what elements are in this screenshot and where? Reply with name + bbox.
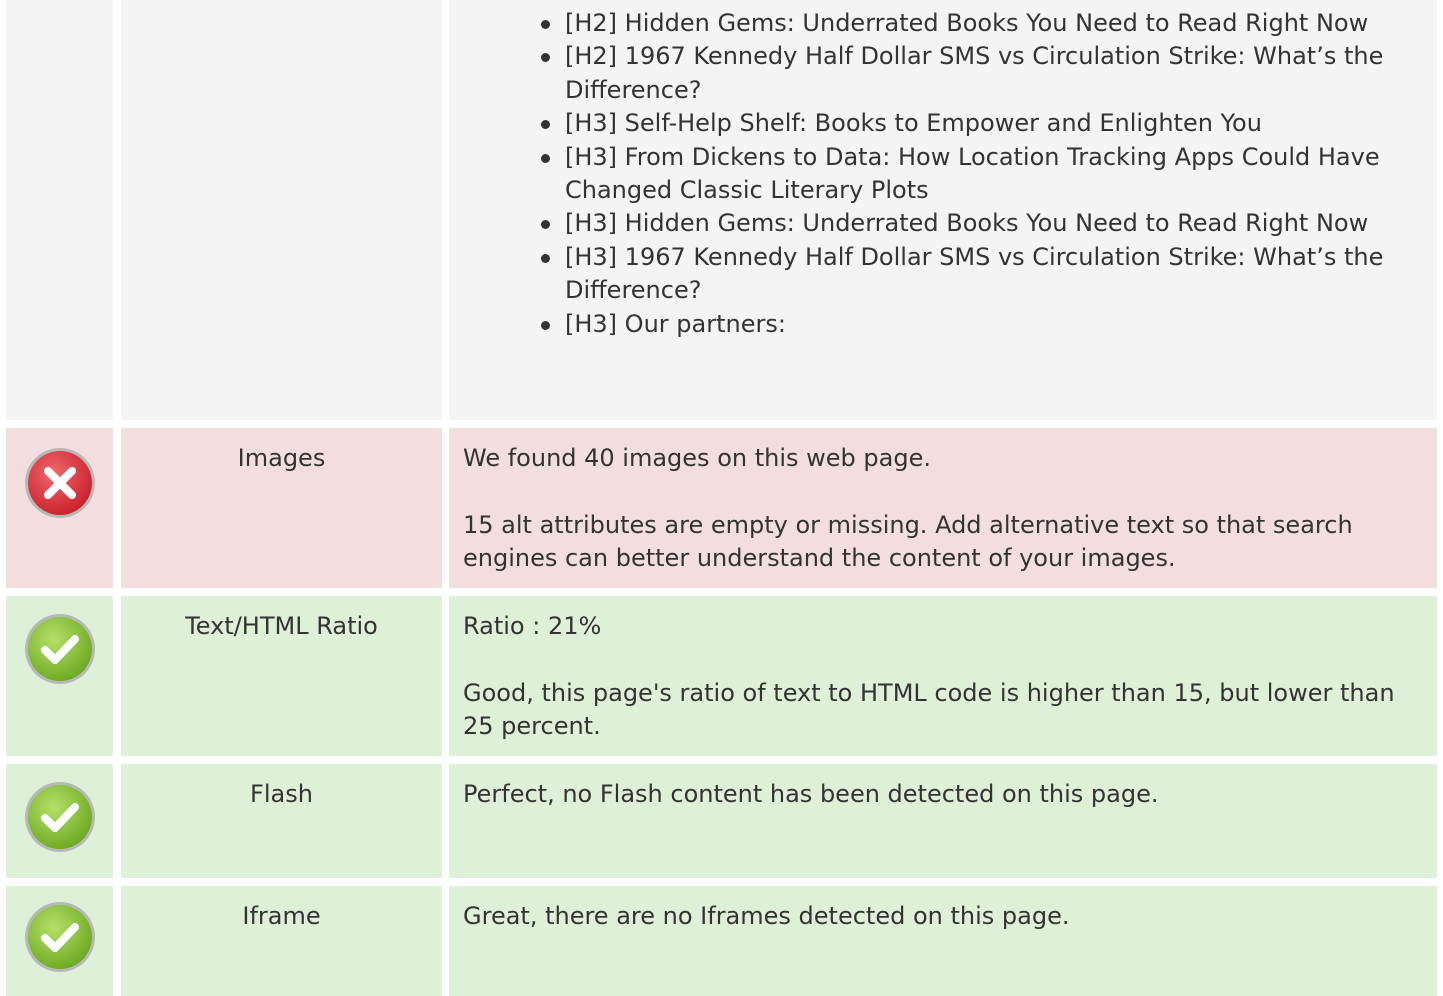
heading-list: [H2] Hidden Gems: Underrated Books You N… [449,0,1437,341]
flash-check-row: Flash Perfect, no Flash content has been… [6,764,1437,878]
heading-list-item: [H3] From Dickens to Data: How Location … [541,141,1407,208]
heading-list-item: [H3] 1967 Kennedy Half Dollar SMS vs Cir… [541,241,1407,308]
images-status-cell [6,428,113,588]
ratio-advice-text: Good, this page's ratio of text to HTML … [463,679,1395,740]
flash-label-cell: Flash [121,764,442,878]
images-content-cell: We found 40 images on this web page. 15 … [449,428,1437,588]
headings-row: [H2] Hidden Gems: Underrated Books You N… [6,0,1437,420]
iframe-content-cell: Great, there are no Iframes detected on … [449,886,1437,996]
images-label-cell: Images [121,428,442,588]
ratio-check-row: Text/HTML Ratio Ratio : 21% Good, this p… [6,596,1437,756]
ratio-status-cell [6,596,113,756]
flash-result-text: Perfect, no Flash content has been detec… [463,780,1159,808]
iframe-label: Iframe [242,902,321,930]
images-advice-text: 15 alt attributes are empty or missing. … [463,511,1353,572]
iframe-label-cell: Iframe [121,886,442,996]
heading-list-item: [H3] Our partners: [541,308,1407,341]
flash-status-cell [6,764,113,878]
seo-report: [H2] Hidden Gems: Underrated Books You N… [6,0,1437,996]
flash-content-cell: Perfect, no Flash content has been detec… [449,764,1437,878]
iframe-result-text: Great, there are no Iframes detected on … [463,902,1070,930]
images-summary-text: We found 40 images on this web page. [463,444,931,472]
iframe-check-row: Iframe Great, there are no Iframes detec… [6,886,1437,996]
images-check-row: Images We found 40 images on this web pa… [6,428,1437,588]
check-icon [25,902,95,972]
headings-status-cell [6,0,113,420]
check-icon [25,782,95,852]
ratio-label: Text/HTML Ratio [185,612,378,640]
heading-list-item: [H3] Hidden Gems: Underrated Books You N… [541,207,1407,240]
check-icon [25,614,95,684]
ratio-label-cell: Text/HTML Ratio [121,596,442,756]
heading-list-item: [H2] Hidden Gems: Underrated Books You N… [541,7,1407,40]
error-x-icon [25,448,95,518]
headings-content-cell: [H2] Hidden Gems: Underrated Books You N… [449,0,1437,420]
ratio-content-cell: Ratio : 21% Good, this page's ratio of t… [449,596,1437,756]
heading-list-item: [H3] Self-Help Shelf: Books to Empower a… [541,107,1407,140]
heading-list-item: [H2] 1967 Kennedy Half Dollar SMS vs Cir… [541,40,1407,107]
ratio-value-text: Ratio : 21% [463,612,602,640]
flash-label: Flash [250,780,313,808]
iframe-status-cell [6,886,113,996]
headings-label-cell [121,0,442,420]
images-label: Images [237,444,326,472]
